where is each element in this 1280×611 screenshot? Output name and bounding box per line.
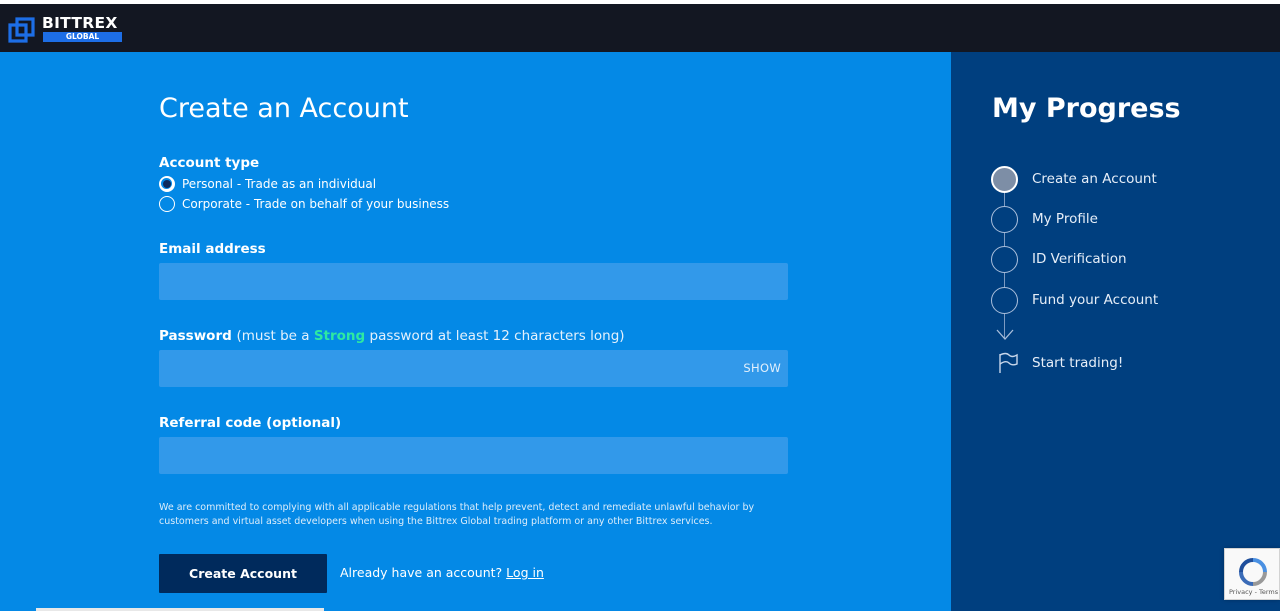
legal-notice: We are committed to complying with all a… [159,502,755,527]
flag-icon [999,352,1018,373]
progress-step-my-profile: My Profile [991,205,1098,233]
login-prompt: Already have an account? Log in [340,565,544,580]
step-label: Start trading! [1032,355,1124,371]
recaptcha-links[interactable]: Privacy - Terms [1229,588,1278,596]
show-password-button[interactable]: SHOW [743,361,781,375]
radio-corporate[interactable] [159,196,175,212]
step-label: Fund your Account [1032,292,1159,308]
step-label: My Profile [1032,211,1098,227]
progress-title: My Progress [992,93,1181,124]
step-circle-icon [991,245,1018,273]
email-label: Email address [159,241,266,257]
account-type-corporate-label: Corporate - Trade on behalf of your busi… [182,197,450,211]
page-title: Create an Account [159,93,409,124]
password-field[interactable]: SHOW [159,350,788,387]
account-type-label: Account type [159,155,260,171]
brand-name: BITTREX [42,14,118,32]
login-link[interactable]: Log in [506,565,544,580]
step-circle-icon [991,205,1018,233]
account-type-personal-label: Personal - Trade as an individual [182,177,377,191]
referral-field[interactable] [159,437,788,474]
account-type-personal-option[interactable]: Personal - Trade as an individual [159,175,376,193]
create-account-button[interactable]: Create Account [159,554,327,593]
step-label: Create an Account [1032,171,1157,187]
account-type-corporate-option[interactable]: Corporate - Trade on behalf of your busi… [159,195,449,213]
password-hint-post: password at least 12 characters long) [365,328,625,344]
recaptcha-badge[interactable]: Privacy - Terms [1224,548,1280,600]
email-field[interactable] [159,263,788,300]
referral-label: Referral code (optional) [159,415,342,431]
password-hint-strong: Strong [313,328,366,344]
step-circle-icon [991,286,1018,314]
already-text: Already have an account? [340,565,503,580]
progress-step-create-account: Create an Account [991,165,1157,193]
step-active-circle-icon [991,165,1018,193]
bittrex-logo-icon [8,17,35,43]
brand-sub: GLOBAL [43,32,122,42]
step-label: ID Verification [1032,251,1127,267]
arrow-down-icon [996,329,1014,340]
progress-step-id-verification: ID Verification [991,245,1127,273]
progress-step-fund-account: Fund your Account [991,286,1158,314]
create-account-panel: Create an Account Account type Personal … [0,52,951,611]
password-label-row: Password (must be a Strong password at l… [159,327,625,345]
progress-step-start-trading: Start trading! [1032,349,1123,377]
recaptcha-icon [1239,558,1267,586]
top-bar: BITTREX GLOBAL [0,0,1280,52]
password-hint-pre: (must be a [236,328,314,344]
password-label: Password [159,328,232,344]
progress-panel: My Progress Create an Account My Profile… [951,52,1280,611]
bittrex-logo[interactable]: BITTREX GLOBAL [8,14,126,47]
radio-personal[interactable] [159,176,175,192]
